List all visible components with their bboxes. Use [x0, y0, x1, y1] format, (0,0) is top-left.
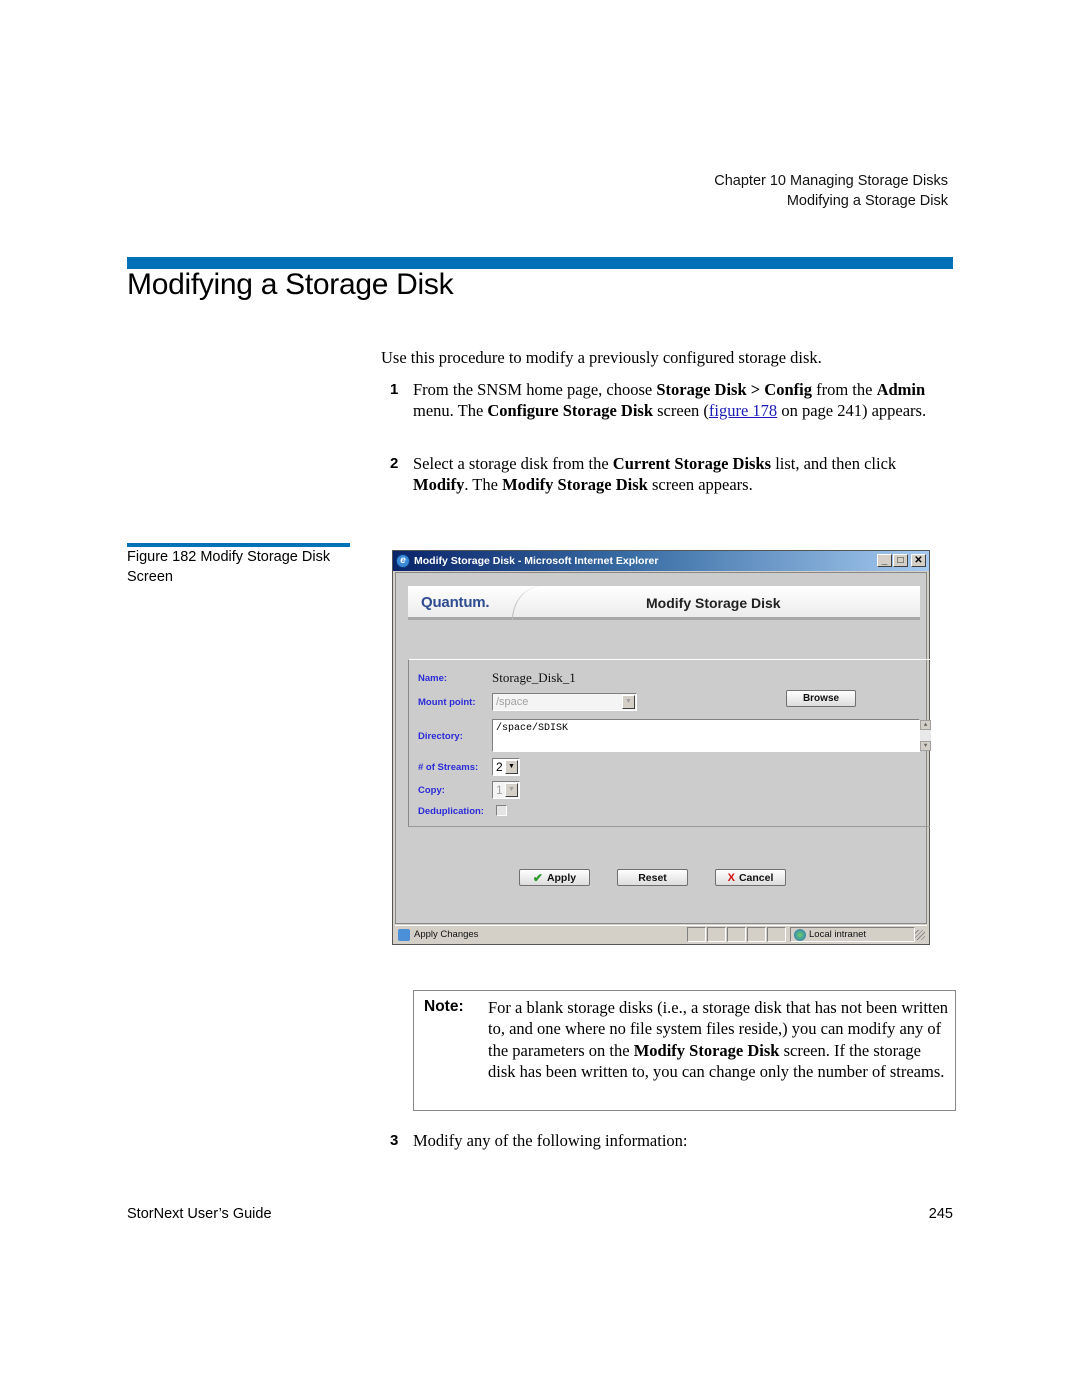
resize-grip[interactable] — [915, 929, 925, 940]
banner-heading: Modify Storage Disk — [646, 595, 781, 611]
page-title: Modifying a Storage Disk — [127, 268, 454, 301]
intro-paragraph: Use this procedure to modify a previousl… — [381, 348, 822, 367]
mount-point-label: Mount point: — [418, 697, 476, 708]
running-head-section: Modifying a Storage Disk — [786, 192, 948, 209]
status-cell — [687, 927, 706, 942]
text-run: . The — [464, 475, 503, 495]
menu-name: Admin — [876, 380, 926, 399]
text-run: From the SNSM home page, choose — [413, 380, 657, 399]
deduplication-label: Deduplication: — [418, 806, 484, 817]
app-banner: Quantum. Modify Storage Disk — [408, 586, 920, 620]
globe-icon — [794, 928, 806, 941]
step-2: 2 Select a storage disk from the Current… — [390, 453, 955, 496]
menu-path: Storage Disk > Config — [656, 380, 812, 399]
apply-label: Apply — [546, 871, 577, 884]
zone-label: Local intranet — [809, 929, 867, 940]
text-run: screen ( — [653, 401, 709, 421]
copy-label: Copy: — [418, 785, 445, 796]
running-head-chapter: Chapter 10 Managing Storage Disks — [714, 173, 948, 189]
banner-swoosh — [512, 586, 542, 620]
quantum-logo: Quantum. — [421, 594, 490, 611]
text-run: menu. The — [413, 401, 488, 421]
deduplication-checkbox[interactable] — [496, 805, 507, 816]
figure-178-link[interactable]: figure 178 — [709, 401, 777, 420]
maximize-button[interactable]: □ — [893, 554, 908, 567]
mount-point-value: /space — [496, 696, 529, 708]
step-number: 1 — [390, 381, 399, 398]
step-text: From the SNSM home page, choose Storage … — [413, 379, 955, 422]
reset-button[interactable]: Reset — [617, 869, 688, 886]
cancel-button[interactable]: X Cancel — [715, 869, 786, 886]
footer-page-number: 245 — [928, 1206, 953, 1222]
text-run: on page 241) appears. — [777, 401, 927, 421]
text-run: from the — [811, 380, 877, 399]
note-label: Note: — [424, 998, 464, 1015]
window-controls: _ □ ✕ — [877, 554, 926, 567]
directory-textarea[interactable]: /space/SDISK ▲ ▼ — [492, 719, 931, 752]
list-name: Current Storage Disks — [612, 454, 772, 473]
step-number: 2 — [390, 455, 399, 472]
modify-form: Name: Storage_Disk_1 Mount point: /space… — [408, 659, 931, 827]
running-head: Chapter 10 Managing Storage Disks Modify… — [714, 172, 948, 211]
screen-name: Modify Storage Disk — [502, 475, 648, 495]
status-cell — [707, 927, 726, 942]
window-titlebar: e Modify Storage Disk - Microsoft Intern… — [393, 551, 929, 571]
figure-rule — [127, 543, 350, 547]
ie-logo-icon: e — [396, 554, 410, 568]
directory-scrollbar[interactable]: ▲ ▼ — [920, 720, 931, 751]
text-run: screen appears. — [647, 475, 753, 495]
note-text: For a blank storage disks (i.e., a stora… — [488, 997, 950, 1082]
page-icon — [398, 928, 410, 941]
streams-label: # of Streams: — [418, 762, 479, 773]
text-run: list, and then click — [771, 454, 897, 473]
directory-label: Directory: — [418, 731, 463, 742]
note-box: Note: For a blank storage disks (i.e., a… — [413, 990, 956, 1111]
name-label: Name: — [418, 673, 448, 684]
close-button[interactable]: ✕ — [911, 554, 926, 567]
minimize-button[interactable]: _ — [877, 554, 892, 567]
scroll-up-icon[interactable]: ▲ — [920, 720, 931, 730]
streams-value: 2 — [496, 760, 503, 774]
x-icon: X — [727, 871, 735, 884]
status-text: Apply Changes — [414, 929, 479, 940]
scroll-down-icon[interactable]: ▼ — [920, 741, 931, 751]
page-content: Quantum. Modify Storage Disk Name: Stora… — [395, 572, 931, 924]
ie-window-screenshot: e Modify Storage Disk - Microsoft Intern… — [392, 550, 931, 945]
screen-name: Configure Storage Disk — [487, 401, 654, 421]
name-value: Storage_Disk_1 — [492, 670, 576, 685]
browse-button[interactable]: Browse — [786, 690, 856, 707]
step-text: Modify any of the following information: — [413, 1131, 688, 1150]
apply-button[interactable]: ✔ Apply — [519, 869, 590, 886]
status-cell — [767, 927, 786, 942]
reset-label: Reset — [638, 871, 667, 884]
window-title: Modify Storage Disk - Microsoft Internet… — [414, 555, 659, 567]
streams-select[interactable]: 2 ▼ — [492, 758, 520, 776]
directory-value: /space/SDISK — [496, 723, 569, 734]
copy-value: 1 — [496, 783, 503, 797]
footer-guide-title: StorNext User’s Guide — [127, 1206, 272, 1222]
text-run: Select a storage disk from the — [413, 454, 613, 473]
status-bar: Apply Changes Local intranet — [395, 925, 927, 943]
step-1: 1 From the SNSM home page, choose Storag… — [390, 379, 955, 422]
checkmark-icon: ✔ — [532, 870, 543, 885]
step-number: 3 — [390, 1132, 399, 1149]
step-3: 3 Modify any of the following informatio… — [390, 1130, 955, 1151]
chevron-down-icon[interactable]: ▼ — [622, 695, 635, 709]
chevron-down-icon[interactable]: ▼ — [505, 760, 518, 774]
status-cell — [747, 927, 766, 942]
cancel-label: Cancel — [738, 871, 774, 884]
chevron-down-icon[interactable]: ▼ — [505, 783, 518, 797]
status-cell — [727, 927, 746, 942]
figure-caption: Figure 182 Modify Storage Disk Screen — [127, 549, 331, 585]
mount-point-select[interactable]: /space ▼ — [492, 693, 637, 711]
button-name: Modify — [413, 475, 465, 495]
step-text: Select a storage disk from the Current S… — [413, 453, 955, 496]
copy-select[interactable]: 1 ▼ — [492, 781, 520, 799]
screen-name: Modify Storage Disk — [633, 1040, 780, 1060]
security-zone: Local intranet — [790, 927, 915, 942]
